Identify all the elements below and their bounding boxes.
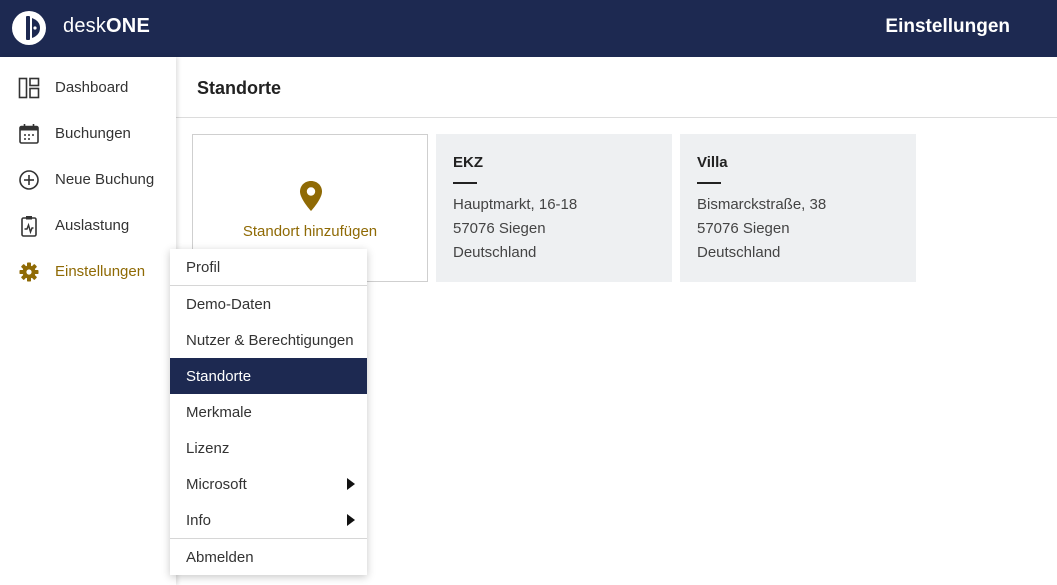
clipboard-chart-icon <box>21 216 37 237</box>
location-city: 57076 Siegen <box>453 220 546 237</box>
gear-icon <box>19 262 39 282</box>
plus-circle-icon <box>19 170 39 190</box>
location-city: 57076 Siegen <box>697 220 790 237</box>
location-divider <box>453 182 477 184</box>
menu-item-label: Demo-Daten <box>186 296 272 313</box>
add-location-label: Standort hinzufügen <box>242 223 378 240</box>
location-card-villa[interactable]: Villa Bismarckstraße, 38 57076 Siegen De… <box>680 134 916 282</box>
menu-item-merkmale[interactable]: Merkmale <box>170 394 367 430</box>
menu-item-profil[interactable]: Profil <box>170 249 367 285</box>
brand-suffix: ONE <box>106 15 150 37</box>
menu-item-label: Standorte <box>186 368 252 385</box>
sidebar-item-label: Einstellungen <box>55 263 146 280</box>
location-country: Deutschland <box>697 244 781 261</box>
sidebar-item-einstellungen[interactable]: Einstellungen <box>0 252 176 292</box>
menu-item-label: Nutzer & Berechtigungen <box>186 332 354 349</box>
sidebar-item-label: Neue Buchung <box>55 171 155 188</box>
menu-item-label: Info <box>186 512 212 529</box>
calendar-icon <box>19 124 39 144</box>
location-card-ekz[interactable]: EKZ Hauptmarkt, 16-18 57076 Siegen Deuts… <box>436 134 672 282</box>
location-divider <box>697 182 721 184</box>
menu-item-lizenz[interactable]: Lizenz <box>170 430 367 466</box>
sidebar: Dashboard Buchungen Neue Buchung Auslast… <box>0 57 176 585</box>
location-street: Hauptmarkt, 16-18 <box>453 196 578 213</box>
menu-item-microsoft[interactable]: Microsoft <box>170 466 367 502</box>
sidebar-item-auslastung[interactable]: Auslastung <box>0 206 176 246</box>
content-header: Standorte <box>176 57 1057 118</box>
location-name: Villa <box>697 154 728 171</box>
menu-item-label: Abmelden <box>186 549 254 566</box>
page-heading: Einstellungen <box>885 16 1010 37</box>
menu-item-label: Microsoft <box>186 476 247 493</box>
submenu-arrow-icon <box>347 514 355 526</box>
location-pin-icon <box>300 181 322 211</box>
menu-item-label: Profil <box>186 259 221 276</box>
sidebar-item-label: Auslastung <box>55 217 130 234</box>
deskone-logo[interactable] <box>11 10 47 46</box>
menu-item-standorte[interactable]: Standorte <box>170 358 367 394</box>
sidebar-item-label: Dashboard <box>55 79 129 96</box>
sidebar-item-dashboard[interactable]: Dashboard <box>0 68 176 108</box>
section-title: Standorte <box>197 78 282 98</box>
dashboard-icon <box>18 77 40 99</box>
menu-item-abmelden[interactable]: Abmelden <box>170 539 367 575</box>
settings-menu: Profil Demo-Daten Nutzer & Berechtigunge… <box>170 249 367 575</box>
submenu-arrow-icon <box>347 478 355 490</box>
sidebar-item-label: Buchungen <box>55 125 131 142</box>
brand-name: deskONE <box>63 15 150 38</box>
menu-item-nutzer-berechtigungen[interactable]: Nutzer & Berechtigungen <box>170 322 367 358</box>
menu-item-label: Merkmale <box>186 404 252 421</box>
location-country: Deutschland <box>453 244 537 261</box>
menu-item-demo-daten[interactable]: Demo-Daten <box>170 286 367 322</box>
sidebar-item-buchungen[interactable]: Buchungen <box>0 114 176 154</box>
menu-item-info[interactable]: Info <box>170 502 367 538</box>
menu-item-label: Lizenz <box>186 440 230 457</box>
location-name: EKZ <box>453 154 483 171</box>
location-street: Bismarckstraße, 38 <box>697 196 827 213</box>
brand-prefix: desk <box>63 15 107 37</box>
top-bar: deskONE Einstellungen <box>0 0 1057 57</box>
sidebar-item-neue-buchung[interactable]: Neue Buchung <box>0 160 176 200</box>
